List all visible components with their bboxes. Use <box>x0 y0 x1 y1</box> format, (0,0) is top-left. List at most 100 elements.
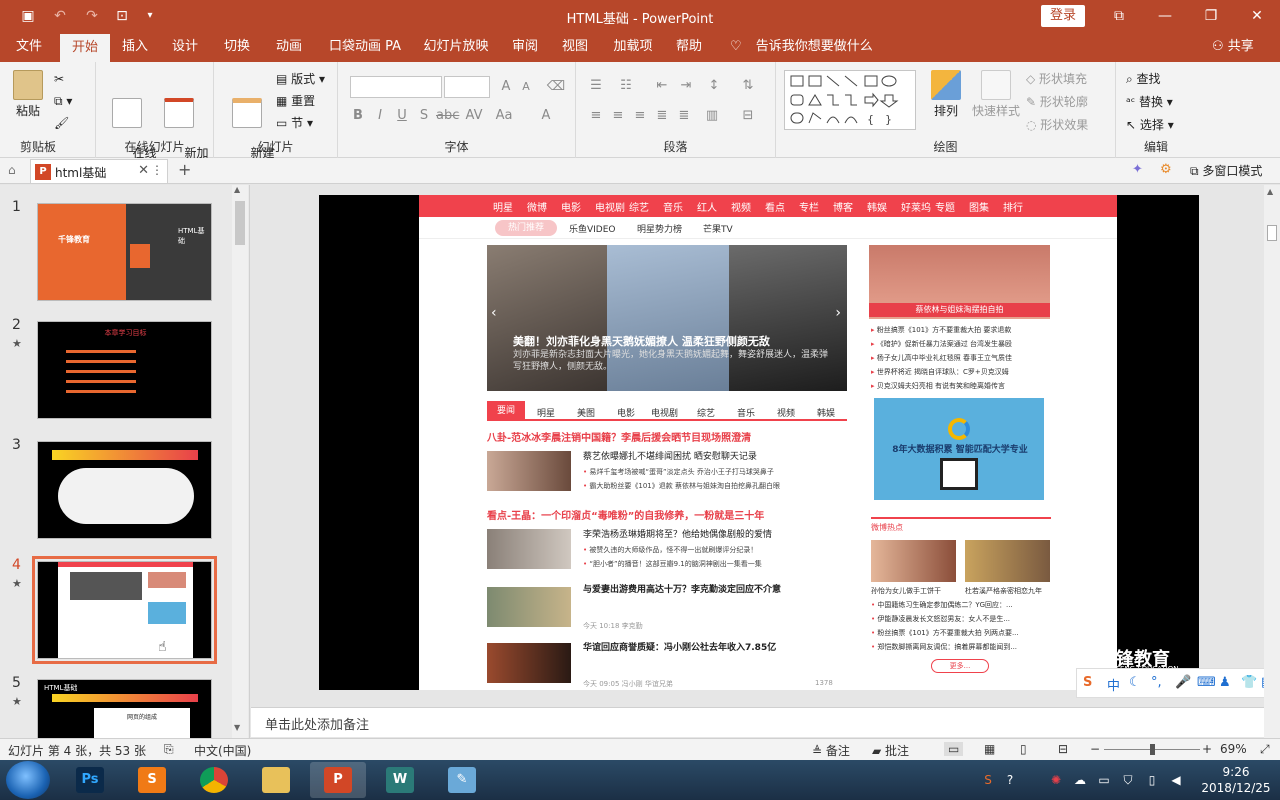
section-button[interactable]: ▭ 节 ▾ <box>276 114 313 132</box>
slide-sorter-icon[interactable]: ▦ <box>984 742 995 756</box>
sogou-tray-icon[interactable]: S <box>980 772 996 788</box>
minimize-icon[interactable]: — <box>1142 0 1188 32</box>
thumbnails-scrollbar[interactable]: ▲ ▼ <box>232 185 248 738</box>
taskbar-chrome[interactable] <box>186 762 242 798</box>
fit-to-window-icon[interactable]: ⤢ <box>1260 742 1270 757</box>
zoom-out-icon[interactable]: − <box>1090 742 1100 756</box>
layout-button[interactable]: ▤ 版式 ▾ <box>276 70 325 88</box>
grow-font-icon[interactable]: A <box>496 77 516 97</box>
share-button[interactable]: ⚇ 共享 <box>1212 32 1254 62</box>
proofing-icon[interactable]: ⎘ <box>164 742 174 757</box>
increase-indent-icon[interactable]: ⇥ <box>676 76 696 96</box>
slide-thumbnail-4[interactable] <box>32 556 217 664</box>
reset-button[interactable]: ▦ 重置 <box>276 92 315 110</box>
font-family-combo[interactable] <box>350 76 442 98</box>
ime-toolbar[interactable]: S 中 ☾ °, 🎤 ⌨ ♟ 👕 ▦ <box>1076 668 1280 698</box>
paste-button[interactable]: 粘贴 <box>8 70 48 118</box>
help-tray-icon[interactable]: ? <box>1002 772 1018 788</box>
tab-transitions[interactable]: 切换 <box>216 32 258 62</box>
text-direction-icon[interactable]: ⇅ <box>738 76 758 96</box>
magic-icon[interactable]: ✦ <box>1132 162 1143 177</box>
zoom-in-icon[interactable]: + <box>1202 742 1212 756</box>
align-text-icon[interactable]: ⊟ <box>738 106 758 126</box>
close-icon[interactable]: ✕ <box>1234 0 1280 32</box>
align-right-icon[interactable]: ≡ <box>630 106 650 126</box>
justify-icon[interactable]: ≣ <box>652 106 672 126</box>
shrink-font-icon[interactable]: A <box>516 77 536 97</box>
normal-view-icon[interactable]: ▭ <box>944 742 964 756</box>
format-painter-icon[interactable]: 🖌 <box>54 114 69 132</box>
scroll-down-icon[interactable]: ▼ <box>234 723 240 732</box>
strikethrough-icon[interactable]: abc <box>436 106 459 126</box>
distributed-icon[interactable]: ≣ <box>674 106 694 126</box>
replace-button[interactable]: ᵃᶜ 替换 ▾ <box>1126 93 1173 111</box>
shapes-gallery[interactable]: {} <box>784 70 916 130</box>
notes-pane[interactable]: 单击此处添加备注 <box>251 707 1264 737</box>
document-tab[interactable]: P html基础 ✕ ⋮ <box>30 159 168 183</box>
line-spacing-icon[interactable]: ↕ <box>704 76 724 96</box>
numbering-icon[interactable]: ☷ <box>616 76 636 96</box>
slide-thumbnail-5[interactable]: HTML基础 网页的组成 <box>37 679 212 738</box>
settings-gear-icon[interactable]: ⚙ <box>1160 162 1172 177</box>
bullets-icon[interactable]: ☰ <box>586 76 606 96</box>
restore-icon[interactable]: ❐ <box>1188 0 1234 32</box>
close-tab-icon[interactable]: ✕ <box>138 163 149 178</box>
notes-toggle[interactable]: ≜ 备注 <box>812 742 850 759</box>
system-clock[interactable]: 9:26 2018/12/25 <box>1196 764 1276 796</box>
tab-help[interactable]: 帮助 <box>668 32 710 62</box>
tab-menu-icon[interactable]: ⋮ <box>151 163 163 177</box>
battery-tray-icon[interactable]: ▯ <box>1144 772 1160 788</box>
tab-file[interactable]: 文件 <box>6 32 52 62</box>
shield-tray-icon[interactable]: ⛉ <box>1120 772 1136 788</box>
bold-icon[interactable]: B <box>348 106 368 126</box>
tab-insert[interactable]: 插入 <box>114 32 156 62</box>
slide-thumbnail-1[interactable]: 千锋教育 HTML基础 <box>37 203 212 301</box>
tab-addins[interactable]: 加载项 <box>606 32 660 62</box>
tab-design[interactable]: 设计 <box>164 32 206 62</box>
taskbar-sublime[interactable]: S <box>124 762 180 798</box>
multi-window-mode-button[interactable]: ⧉ 多窗口模式 <box>1190 162 1262 179</box>
tab-home[interactable]: 开始 <box>60 34 110 62</box>
clear-format-icon[interactable]: ⌫ <box>546 77 566 97</box>
underline-icon[interactable]: U <box>392 106 412 126</box>
scroll-thumb[interactable] <box>235 201 245 245</box>
cut-icon[interactable]: ✂ <box>54 70 64 88</box>
login-button[interactable]: 登录 <box>1041 5 1085 27</box>
tab-pocket-animation[interactable]: 口袋动画 PA <box>322 32 408 62</box>
gear-tray-icon[interactable]: ✺ <box>1048 772 1064 788</box>
shape-fill-button[interactable]: ◇ 形状填充 <box>1026 70 1087 88</box>
volume-tray-icon[interactable]: ◀ <box>1168 772 1184 788</box>
find-button[interactable]: ⌕ 查找 <box>1126 70 1161 88</box>
shape-effect-button[interactable]: ◌ 形状效果 <box>1026 116 1088 134</box>
start-button[interactable] <box>6 761 50 799</box>
arrange-button[interactable]: 排列 <box>924 70 968 118</box>
current-slide[interactable]: 明星 微博 电影 电视剧 综艺 音乐 红人 视频 看点 专栏 博客 韩娱 好莱坞 专题 图集 排行 热门推荐 … <box>319 195 1199 690</box>
taskbar-photoshop[interactable]: Ps <box>62 762 118 798</box>
quick-styles-button[interactable]: 快速样式 <box>970 70 1022 118</box>
copy-icon[interactable]: ⧉ ▾ <box>54 92 72 110</box>
taskbar-word[interactable]: W <box>372 762 428 798</box>
change-case-icon[interactable]: Aa <box>494 106 514 126</box>
scroll-up-icon[interactable]: ▲ <box>1267 187 1273 196</box>
italic-icon[interactable]: I <box>370 106 390 126</box>
tab-review[interactable]: 审阅 <box>504 32 546 62</box>
language-indicator[interactable]: 中文(中国) <box>194 742 251 759</box>
comments-toggle[interactable]: ▰ 批注 <box>872 742 909 759</box>
editor-scrollbar[interactable]: ▲ <box>1264 185 1280 738</box>
shadow-icon[interactable]: S <box>414 106 434 126</box>
reading-view-icon[interactable]: ▯ <box>1020 742 1027 756</box>
new-tab-icon[interactable]: + <box>178 160 191 179</box>
taskbar-paint[interactable]: ✎ <box>434 762 490 798</box>
ribbon-display-options-icon[interactable]: ⧉ <box>1096 0 1142 32</box>
scroll-thumb[interactable] <box>1267 225 1277 241</box>
slide-thumbnail-3[interactable] <box>37 441 212 539</box>
select-button[interactable]: ↖ 选择 ▾ <box>1126 116 1174 134</box>
tab-view[interactable]: 视图 <box>554 32 596 62</box>
taskbar-explorer[interactable] <box>248 762 304 798</box>
taskbar-powerpoint[interactable]: P <box>310 762 366 798</box>
network-tray-icon[interactable]: ▭ <box>1096 772 1112 788</box>
align-center-icon[interactable]: ≡ <box>608 106 628 126</box>
slideshow-view-icon[interactable]: ⊟ <box>1058 742 1068 756</box>
tell-me-box[interactable]: ♡ 告诉我你想要做什么 <box>730 32 873 62</box>
slide-thumbnail-2[interactable]: 本章学习目标 <box>37 321 212 419</box>
